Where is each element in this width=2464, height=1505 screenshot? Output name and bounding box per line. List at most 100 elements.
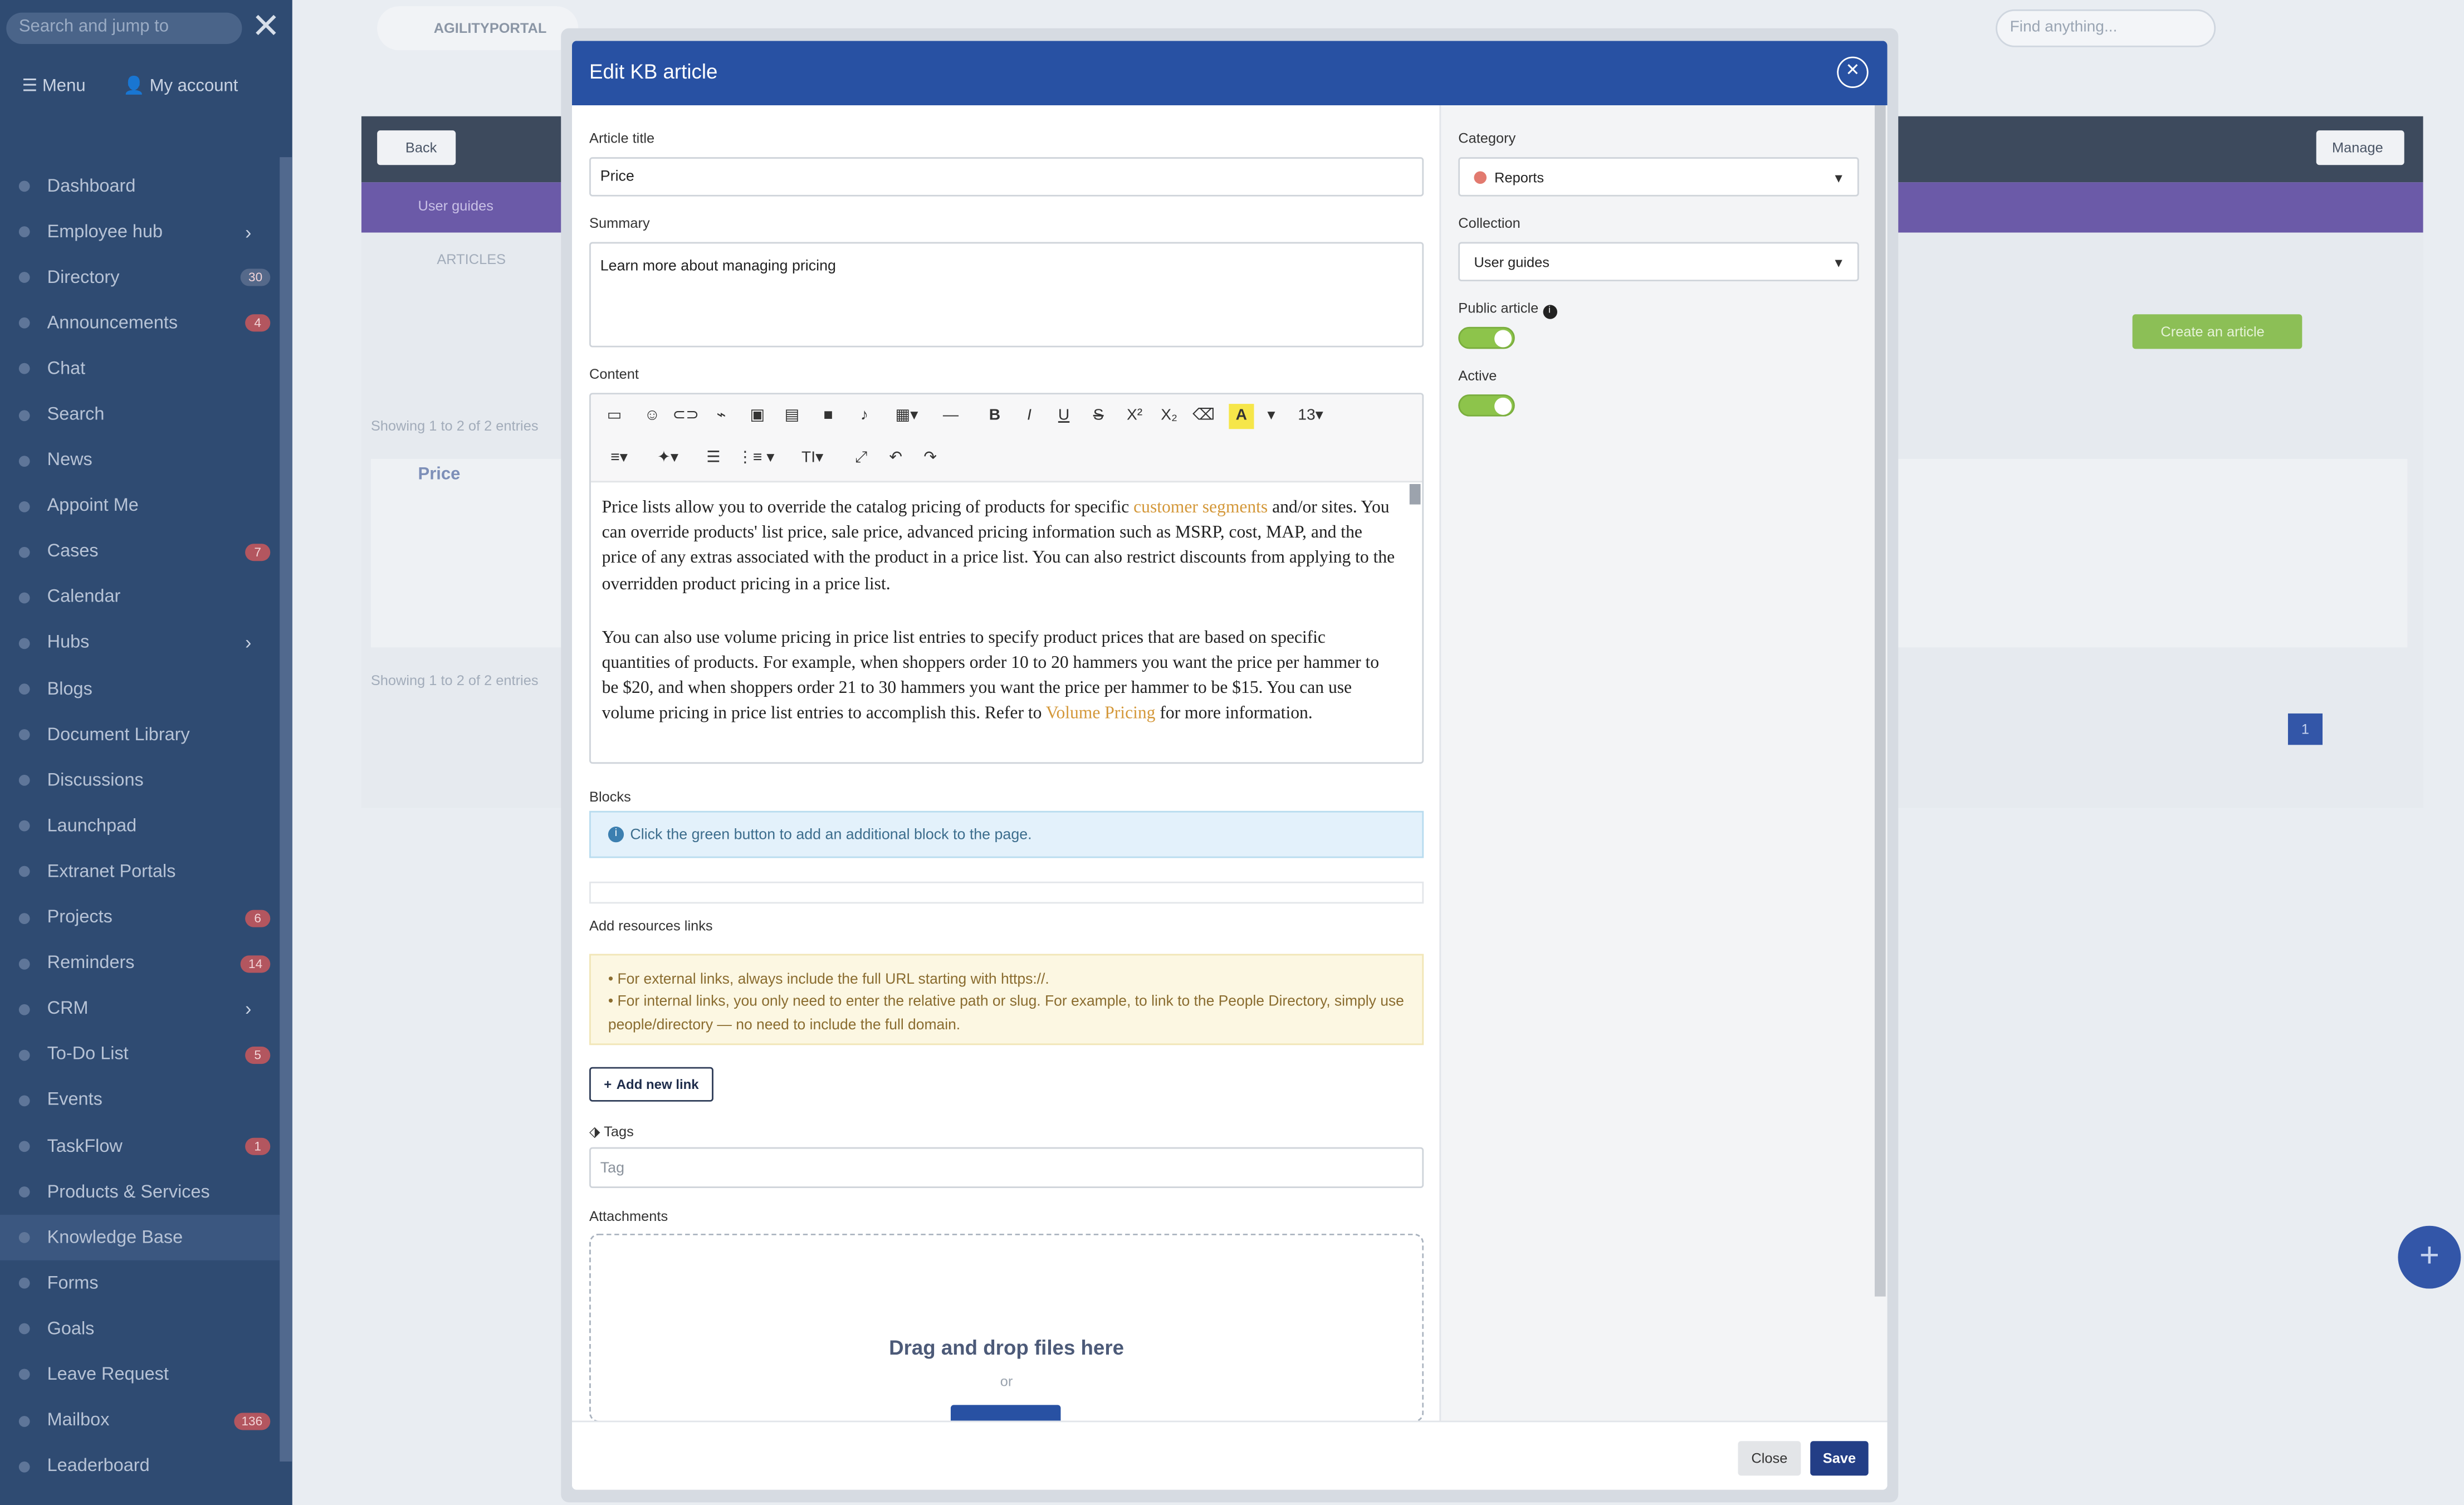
editor-scrollbar[interactable] [1409, 483, 1421, 505]
manage-button[interactable]: Manage [2316, 130, 2404, 165]
sidebar-item[interactable]: Announcements 4 [0, 301, 280, 346]
underline-icon[interactable]: U [1052, 404, 1077, 429]
undo-icon[interactable]: ↶ [883, 446, 908, 471]
content-editor[interactable]: ▭ ☺ ⊂⊃ ⌁ ▣ ▤ ■ ♪ ▦▾ — B I U S X² X₂ ⌫ A … [589, 393, 1424, 764]
sidebar-item[interactable]: News [0, 438, 280, 483]
subscript-icon[interactable]: X₂ [1157, 404, 1182, 429]
redo-icon[interactable]: ↷ [918, 446, 943, 471]
sidebar-item[interactable]: Discussions [0, 758, 280, 804]
sidebar-item[interactable]: Extranet Portals [0, 849, 280, 895]
global-search-input[interactable]: Find anything... [1996, 9, 2216, 47]
category-select[interactable]: Reports ▼ [1458, 157, 1859, 197]
my-account-button[interactable]: 👤 My account [123, 75, 238, 96]
sidebar-item[interactable]: Chat [0, 346, 280, 392]
sidebar-item[interactable]: Leave Request [0, 1352, 280, 1398]
sidebar-item[interactable]: Leaderboard [0, 1444, 280, 1489]
blocks-label: Blocks [589, 789, 631, 805]
sidebar-item[interactable]: Launchpad [0, 804, 280, 849]
back-button[interactable]: Back [377, 130, 456, 165]
sidebar-item[interactable]: Mailbox 136 [0, 1398, 280, 1444]
sidebar-item-label: Leaderboard [47, 1457, 150, 1476]
text-style-icon[interactable]: TI▾ [795, 446, 830, 471]
sidebar-item[interactable]: Hubs › [0, 620, 280, 666]
sidebar-item[interactable]: Search [0, 392, 280, 438]
resources-label: Add resources links [589, 917, 713, 934]
app-logo[interactable]: AGILITYPORTAL [377, 6, 579, 51]
sidebar-item[interactable]: Knowledge Base [0, 1215, 280, 1261]
superscript-icon[interactable]: X² [1122, 404, 1147, 429]
unlink-icon[interactable]: ⌁ [708, 404, 734, 429]
sidebar-item[interactable]: To-Do List 5 [0, 1032, 280, 1078]
sidebar-item-badge: 14 [240, 955, 271, 973]
tag-input[interactable]: Tag [589, 1147, 1424, 1188]
magic-wand-icon[interactable]: ✦▾ [651, 446, 685, 471]
sidebar-item-label: Appoint Me [47, 497, 139, 516]
public-article-toggle[interactable] [1458, 326, 1515, 349]
menu-button[interactable]: ☰ Menu [22, 75, 85, 96]
modal-close-icon[interactable]: ✕ [1837, 56, 1869, 88]
sidebar-item[interactable]: Directory 30 [0, 255, 280, 301]
sidebar-item[interactable]: Events [0, 1078, 280, 1123]
video-icon[interactable]: ■ [815, 404, 840, 429]
numbered-list-icon[interactable]: ⋮≡ ▾ [735, 446, 776, 471]
close-button[interactable]: Close [1738, 1441, 1801, 1476]
italic-icon[interactable]: I [1016, 404, 1042, 429]
sidebar-search-input[interactable]: Search and jump to [6, 12, 242, 44]
bullet-list-icon[interactable]: ☰ [701, 446, 726, 471]
articles-tab[interactable]: ARTICLES [437, 251, 506, 267]
modal-scrollbar[interactable] [1874, 105, 1886, 1297]
blocks-container [589, 881, 1424, 904]
sidebar-item[interactable]: Goals [0, 1307, 280, 1352]
attachments-dropzone[interactable]: Drag and drop files here or [589, 1233, 1424, 1427]
article-title-label: Article title [589, 130, 655, 146]
sidebar-item[interactable]: Appoint Me [0, 483, 280, 529]
sidebar-item[interactable]: Blogs [0, 666, 280, 712]
bold-icon[interactable]: B [982, 404, 1007, 429]
sidebar-item[interactable]: TaskFlow 1 [0, 1123, 280, 1169]
audio-icon[interactable]: ♪ [852, 404, 877, 429]
volume-pricing-link[interactable]: Volume Pricing [1046, 705, 1156, 724]
sidebar-item-icon [18, 683, 30, 695]
sidebar-item[interactable]: Forms [0, 1260, 280, 1306]
sidebar-item[interactable]: Document Library [0, 712, 280, 758]
add-fab-button[interactable]: + [2398, 1225, 2461, 1289]
sidebar-item[interactable]: Projects 6 [0, 895, 280, 941]
active-toggle[interactable] [1458, 394, 1515, 417]
sidebar-item[interactable]: Employee hub › [0, 209, 280, 255]
image-icon[interactable]: ▣ [745, 404, 770, 429]
horizontal-rule-icon[interactable]: — [938, 404, 963, 429]
chevron-down-icon[interactable]: ▾ [1259, 404, 1284, 429]
font-size-select[interactable]: 13▾ [1292, 404, 1329, 429]
editor-content[interactable]: Price lists allow you to override the ca… [602, 495, 1396, 755]
sidebar-item[interactable]: Reminders 14 [0, 941, 280, 986]
add-new-link-button[interactable]: + Add new link [589, 1067, 713, 1102]
book-icon[interactable]: ▭ [602, 404, 627, 429]
fullscreen-icon[interactable]: ⤢ [849, 446, 874, 471]
gallery-icon[interactable]: ▤ [779, 404, 804, 429]
sidebar-item[interactable]: Cases 7 [0, 529, 280, 575]
save-button[interactable]: Save [1810, 1441, 1869, 1476]
eraser-icon[interactable]: ⌫ [1191, 404, 1216, 429]
article-title-input[interactable]: Price [589, 157, 1424, 197]
create-article-button[interactable]: Create an article [2132, 314, 2302, 349]
strikethrough-icon[interactable]: S [1086, 404, 1111, 429]
sidebar-item-label: Leave Request [47, 1365, 169, 1385]
highlight-icon[interactable]: A [1229, 404, 1254, 429]
info-icon: i [1542, 305, 1557, 319]
sidebar-item[interactable]: Calendar [0, 575, 280, 620]
link-icon[interactable]: ⊂⊃ [673, 404, 699, 429]
align-icon[interactable]: ≡▾ [602, 446, 637, 471]
table-icon[interactable]: ▦▾ [889, 404, 924, 429]
pagination-current[interactable]: 1 [2287, 713, 2323, 745]
sidebar-item[interactable]: Products & Services [0, 1169, 280, 1215]
customer-segments-link[interactable]: customer segments [1133, 498, 1268, 517]
article-card-title[interactable]: Price [418, 465, 460, 484]
collection-select[interactable]: User guides ▼ [1458, 242, 1859, 282]
sidebar-scrollbar[interactable] [280, 157, 292, 1462]
emoji-icon[interactable]: ☺ [639, 404, 664, 429]
sidebar-item-label: News [47, 451, 92, 470]
summary-textarea[interactable]: Learn more about managing pricing [589, 242, 1424, 348]
sidebar-item[interactable]: Dashboard [0, 163, 280, 209]
close-icon[interactable]: ✕ [251, 6, 280, 47]
sidebar-item[interactable]: CRM › [0, 986, 280, 1032]
